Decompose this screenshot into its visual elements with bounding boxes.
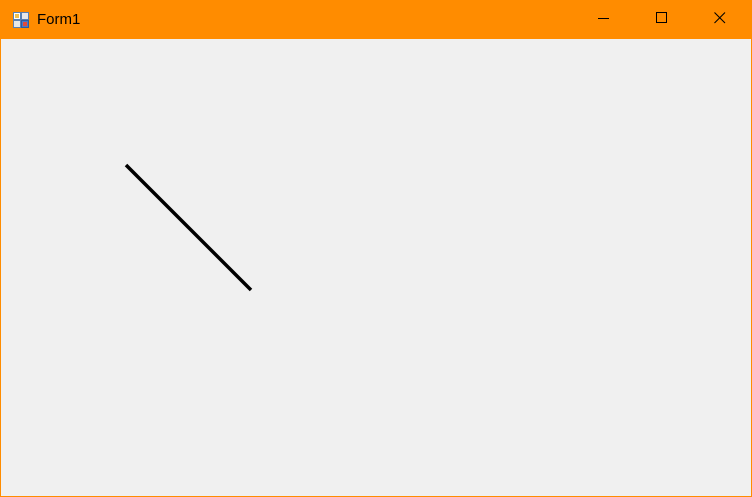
drawing-canvas bbox=[124, 163, 253, 292]
minimize-button[interactable] bbox=[575, 1, 633, 39]
app-icon[interactable] bbox=[13, 12, 29, 28]
minimize-icon bbox=[598, 11, 610, 29]
form1-window: Form1 bbox=[0, 0, 752, 497]
close-icon bbox=[714, 11, 726, 29]
close-button[interactable] bbox=[691, 1, 749, 39]
window-title: Form1 bbox=[37, 11, 81, 28]
title-bar[interactable]: Form1 bbox=[1, 1, 751, 39]
maximize-icon bbox=[656, 11, 668, 29]
form-client-area[interactable] bbox=[1, 39, 751, 496]
drawn-line bbox=[124, 163, 253, 292]
maximize-button[interactable] bbox=[633, 1, 691, 39]
